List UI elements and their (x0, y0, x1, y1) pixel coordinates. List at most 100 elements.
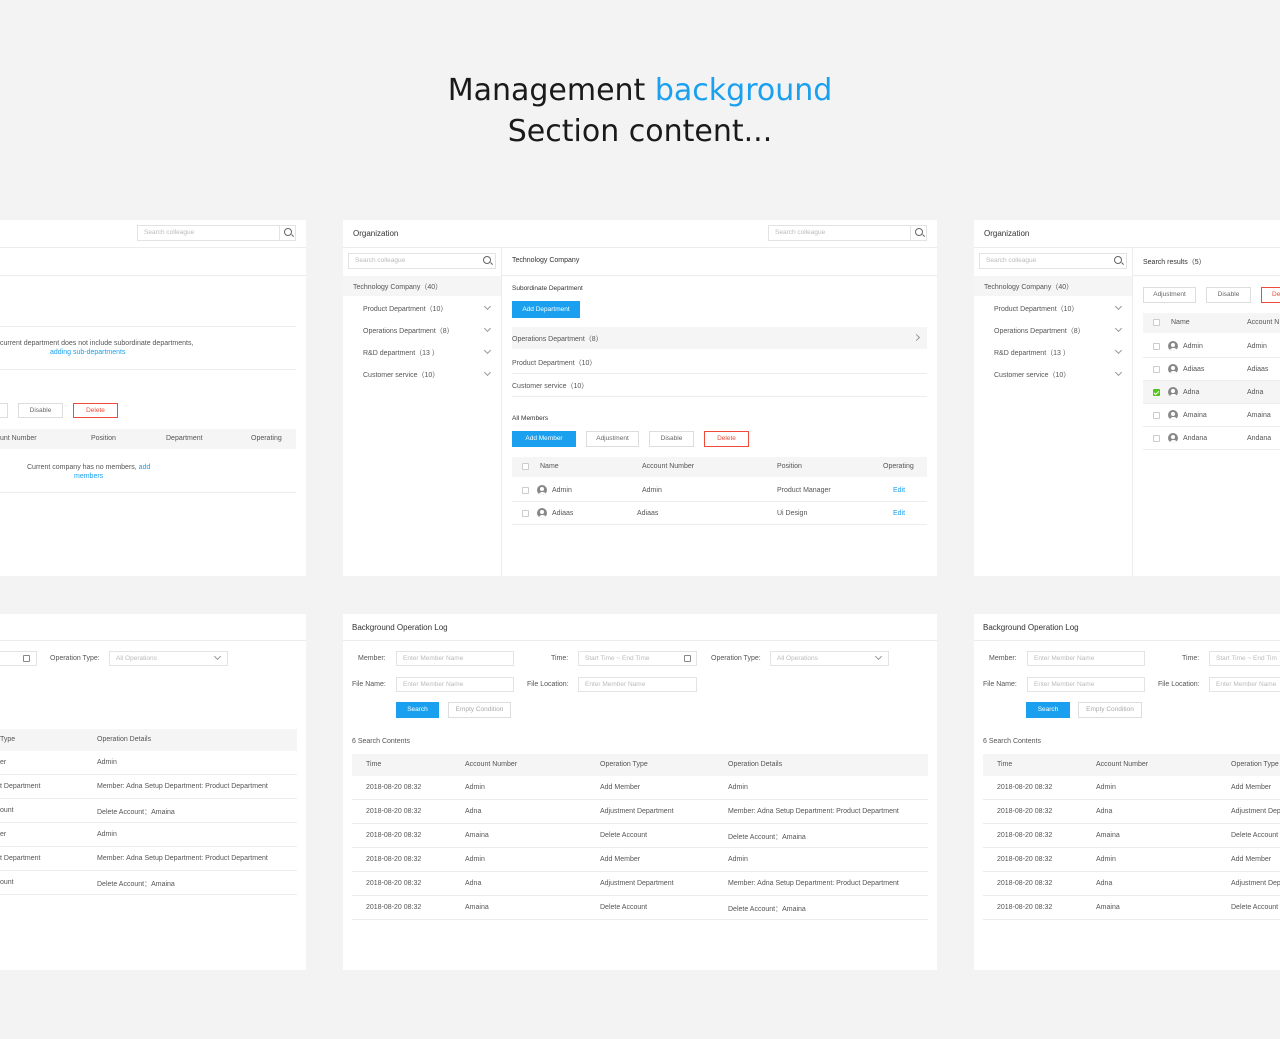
dept-row-product[interactable]: Product Department（10） (512, 354, 927, 374)
operation-type-select[interactable]: All Operations (109, 651, 228, 666)
edit-link[interactable]: Edit (893, 510, 905, 517)
chevron-down-icon[interactable] (483, 324, 492, 333)
tree-item-operations[interactable]: Operations Department（8） (343, 324, 501, 338)
page-title: Background Operation Log (983, 623, 1079, 632)
time-range-input[interactable]: Start Time ~ End Tim (1209, 651, 1280, 666)
chevron-down-icon[interactable] (483, 346, 492, 355)
sub-dept-title: Subordinate Department (512, 285, 583, 292)
row-checkbox-checked[interactable] (1153, 389, 1160, 396)
tree-item-customer[interactable]: Customer service（10） (974, 368, 1132, 382)
row-checkbox[interactable] (522, 510, 529, 517)
chevron-down-icon[interactable] (1114, 346, 1123, 355)
column-header-position: Position (91, 435, 116, 442)
adjustment-button[interactable]: Adjustment (1143, 287, 1196, 303)
row-checkbox[interactable] (1153, 366, 1160, 373)
search-button[interactable] (1110, 253, 1126, 269)
row-checkbox[interactable] (1153, 412, 1160, 419)
partial-button[interactable] (0, 403, 8, 418)
chevron-down-icon[interactable] (1114, 368, 1123, 377)
disable-button[interactable]: Disable (649, 431, 694, 447)
sidebar-divider (1132, 247, 1133, 576)
add-member-button[interactable]: Add Member (512, 431, 576, 447)
tree-item-rnd[interactable]: R&D department（13 ） (974, 346, 1132, 360)
log-time: 2018-08-20 08:32 (366, 856, 422, 863)
card-department-empty: Search colleague current department does… (0, 220, 306, 576)
time-range-input[interactable] (0, 651, 37, 666)
row-checkbox[interactable] (1153, 343, 1160, 350)
log-account: Adna (465, 808, 482, 815)
divider (0, 326, 296, 327)
log-details: Member: Adna Setup Department: Product D… (97, 855, 268, 862)
select-all-checkbox[interactable] (522, 463, 529, 470)
empty-condition-button[interactable]: Empty Condition (1078, 702, 1142, 718)
search-button[interactable] (479, 253, 495, 269)
column-header-time: Time (366, 761, 382, 768)
file-location-input[interactable]: Enter Member Name (578, 677, 697, 692)
divider (0, 640, 306, 641)
dept-row-operations[interactable]: Operations Department（8） (512, 327, 927, 349)
adjustment-button[interactable]: Adjustment (586, 431, 639, 447)
disable-button[interactable]: Disable (18, 403, 63, 418)
avatar (1168, 433, 1178, 443)
chevron-down-icon[interactable] (1114, 324, 1123, 333)
file-location-placeholder: Enter Member Name (585, 681, 646, 688)
result-name: Adiaas (1183, 366, 1205, 373)
log-details: Admin (728, 784, 748, 791)
hero-line-1: Management background (0, 70, 1280, 111)
dept-row-customer[interactable]: Customer service（10） (512, 377, 927, 397)
tree-item-label: R&D department（13 ） (363, 350, 439, 357)
delete-button[interactable]: Delete (704, 431, 749, 447)
tree-item-rnd[interactable]: R&D department（13 ） (343, 346, 501, 360)
file-name-label: File Name: (352, 681, 386, 688)
tree-item-product[interactable]: Product Department（10） (343, 302, 501, 316)
search-button[interactable] (910, 225, 926, 241)
chevron-down-icon[interactable] (483, 368, 492, 377)
add-sub-departments-link[interactable]: adding sub-departments (50, 349, 126, 356)
tree-item-operations[interactable]: Operations Department（8） (974, 324, 1132, 338)
member-input[interactable]: Enter Member Name (1027, 651, 1145, 666)
card-search-results: Organization Search colleague Technology… (974, 220, 1280, 576)
colleague-search-input[interactable]: Search colleague (348, 253, 496, 269)
log-details: Delete Account：Amaina (97, 809, 175, 816)
tree-root-item[interactable]: Technology Company（40） (343, 276, 501, 296)
chevron-right-icon[interactable] (912, 333, 921, 342)
edit-link[interactable]: Edit (893, 487, 905, 494)
empty-condition-button[interactable]: Empty Condition (448, 702, 511, 718)
member-input[interactable]: Enter Member Name (396, 651, 514, 666)
row-checkbox[interactable] (1153, 435, 1160, 442)
log-time: 2018-08-20 08:32 (366, 832, 422, 839)
delete-button[interactable]: Delete (73, 403, 118, 418)
search-button[interactable]: Search (396, 702, 439, 718)
empty-dept-text: current department does not include subo… (0, 340, 194, 347)
log-type: Adjustment Department (600, 880, 674, 887)
file-name-input[interactable]: Enter Member Name (396, 677, 514, 692)
disable-button[interactable]: Disable (1206, 287, 1251, 303)
colleague-search-input[interactable]: Search colleague (979, 253, 1127, 269)
chevron-down-icon[interactable] (483, 302, 492, 311)
chevron-down-icon[interactable] (1114, 302, 1123, 311)
delete-button[interactable]: De (1261, 287, 1280, 303)
log-time: 2018-08-20 08:32 (997, 880, 1053, 887)
file-name-input[interactable]: Enter Member Name (1027, 677, 1145, 692)
search-button[interactable] (279, 225, 295, 241)
tree-item-customer[interactable]: Customer service（10） (343, 368, 501, 382)
operation-type-select[interactable]: All Operations (770, 651, 889, 666)
search-placeholder: Search colleague (144, 229, 195, 236)
select-all-checkbox[interactable] (1153, 319, 1160, 326)
time-range-input[interactable]: Start Time ~ End Time (578, 651, 697, 666)
table-row: 2018-08-20 08:32 Adna Adjustment Departm… (352, 872, 928, 896)
log-type: t Department (0, 783, 41, 790)
row-checkbox[interactable] (522, 487, 529, 494)
add-members-link[interactable]: add (139, 464, 151, 471)
tree-root-item[interactable]: Technology Company（40） (974, 276, 1132, 296)
tree-item-label: R&D department（13 ） (994, 350, 1070, 357)
file-location-input[interactable]: Enter Member Name (1209, 677, 1280, 692)
table-row: 2018-08-20 08:32 Amaina Delete Account D… (352, 896, 928, 920)
search-button[interactable]: Search (1026, 702, 1070, 718)
tree-item-product[interactable]: Product Department（10） (974, 302, 1132, 316)
add-department-button[interactable]: Add Department (512, 301, 580, 318)
empty-members-text: Current company has no members, add (27, 464, 150, 471)
add-members-link-2[interactable]: members (74, 473, 103, 480)
search-input[interactable]: Search colleague (768, 225, 927, 241)
search-input[interactable]: Search colleague (137, 225, 296, 241)
